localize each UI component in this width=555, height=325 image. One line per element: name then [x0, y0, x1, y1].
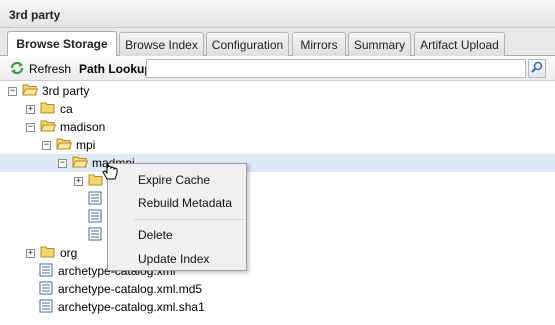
tab-configuration[interactable]: Configuration	[206, 32, 289, 56]
file-icon	[39, 281, 53, 298]
file-icon	[88, 191, 102, 208]
file-icon	[88, 227, 102, 244]
folder-open-icon	[56, 137, 73, 153]
tab-browse-storage[interactable]: Browse Storage	[7, 31, 117, 56]
tab-artifact-upload[interactable]: Artifact Upload	[414, 32, 505, 56]
refresh-label: Refresh	[29, 62, 72, 76]
tree-node-org[interactable]: + org	[26, 244, 77, 262]
toolbar: Refresh Path Lookup:	[0, 57, 555, 81]
tree-label: mpi	[76, 138, 96, 152]
tree-node-file[interactable]: archetype-catalog.xml.sha1	[39, 298, 205, 316]
tree-node-child-file[interactable]	[88, 226, 107, 244]
panel-title: 3rd party	[0, 0, 555, 28]
collapse-icon[interactable]: −	[8, 86, 17, 96]
collapse-icon[interactable]: −	[26, 122, 35, 132]
storage-tree: − 3rd party + ca − madison − mpi − + + o…	[0, 81, 555, 325]
tab-browse-index[interactable]: Browse Index	[119, 32, 204, 56]
magnifier-icon	[531, 61, 543, 76]
menu-separator	[134, 219, 244, 220]
menu-item-rebuild-metadata[interactable]: Rebuild Metadata	[138, 194, 232, 212]
tree-label: org	[60, 246, 78, 260]
collapse-icon[interactable]: −	[42, 140, 51, 150]
file-icon	[39, 299, 53, 316]
folder-open-icon	[22, 83, 39, 99]
tab-mirrors[interactable]: Mirrors	[292, 32, 346, 56]
tree-node-file[interactable]: archetype-catalog.xml.md5	[39, 280, 202, 298]
tree-node-child-file[interactable]	[88, 190, 107, 208]
folder-open-icon	[40, 119, 57, 135]
folder-icon	[40, 245, 56, 261]
menu-item-expire-cache[interactable]: Expire Cache	[138, 171, 210, 189]
tree-node-root[interactable]: − 3rd party	[8, 82, 89, 100]
tab-bar: Browse Storage Browse Index Configuratio…	[0, 28, 555, 56]
tree-label: archetype-catalog.xml.md5	[58, 282, 203, 296]
path-search-button[interactable]	[528, 59, 546, 78]
tree-node-ca[interactable]: + ca	[26, 100, 73, 118]
tree-node-madmpi[interactable]: − madmpi	[0, 154, 555, 172]
tree-node-mpi[interactable]: − mpi	[42, 136, 95, 154]
folder-open-icon	[72, 155, 89, 171]
refresh-button[interactable]: Refresh	[9, 60, 71, 78]
tab-summary[interactable]: Summary	[348, 32, 411, 56]
refresh-icon	[9, 60, 25, 79]
collapse-icon[interactable]: −	[58, 158, 67, 168]
hand-cursor-icon	[101, 161, 119, 186]
menu-item-delete[interactable]: Delete	[138, 226, 173, 244]
tree-node-madison[interactable]: − madison	[26, 118, 105, 136]
expand-icon[interactable]: +	[26, 104, 35, 114]
tree-label: 3rd party	[42, 84, 90, 98]
expand-icon[interactable]: +	[74, 176, 83, 186]
tree-node-child-file[interactable]	[88, 208, 107, 226]
context-menu: Expire Cache Rebuild Metadata Delete Upd…	[107, 163, 247, 271]
file-icon	[88, 209, 102, 226]
tree-label: madison	[60, 120, 106, 134]
path-lookup-input[interactable]	[146, 59, 526, 78]
tree-label: archetype-catalog.xml.sha1	[58, 300, 205, 314]
menu-item-update-index[interactable]: Update Index	[138, 250, 209, 268]
folder-icon	[40, 101, 56, 117]
path-lookup-label: Path Lookup:	[79, 62, 156, 76]
tree-label: ca	[60, 102, 73, 116]
file-icon	[39, 263, 53, 280]
expand-icon[interactable]: +	[26, 248, 35, 258]
